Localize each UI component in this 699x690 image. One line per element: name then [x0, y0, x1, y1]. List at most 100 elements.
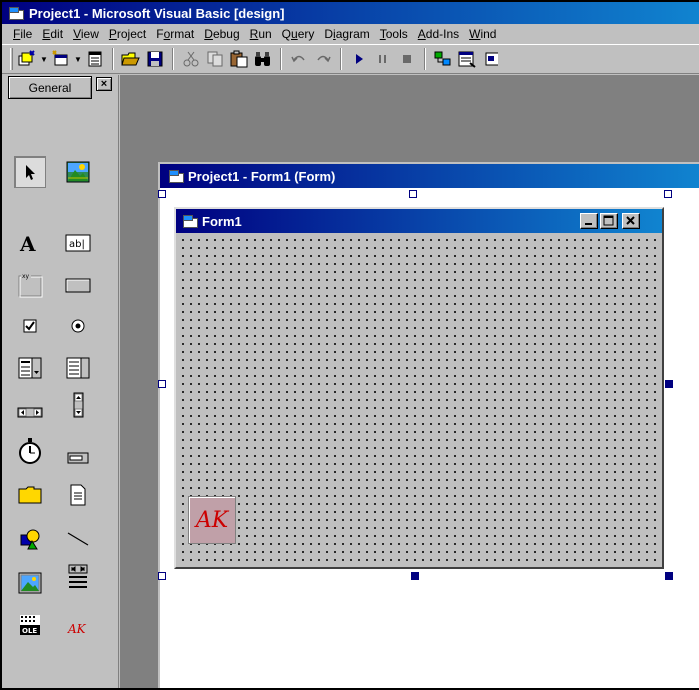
resize-handle-top-left[interactable]: [158, 190, 166, 198]
ak-custom-tool[interactable]: AK: [62, 612, 94, 644]
save-disk-icon[interactable]: [143, 47, 167, 71]
pointer-arrow-icon: [26, 165, 35, 180]
toolbar-separator: [340, 48, 342, 70]
label-tool[interactable]: A: [14, 227, 46, 259]
form1-window[interactable]: Form1: [174, 207, 664, 569]
add-form-dropdown-icon[interactable]: ▼: [73, 47, 83, 71]
listbox-tool[interactable]: [62, 352, 94, 384]
resize-handle-bottom-middle[interactable]: [411, 572, 419, 580]
form1-design-grid[interactable]: [176, 233, 662, 567]
menu-item[interactable]: View: [68, 27, 104, 41]
start-run-icon[interactable]: [347, 47, 371, 71]
ole-tool[interactable]: OLE: [14, 609, 46, 641]
standard-toolbar: ▼ ▼: [2, 44, 699, 74]
form1-icon[interactable]: [182, 214, 198, 228]
ak-control-instance[interactable]: AK: [188, 496, 236, 544]
menu-item[interactable]: Add-Ins: [413, 27, 464, 41]
form-window-icon[interactable]: [168, 169, 184, 183]
commandbutton-tool[interactable]: [62, 269, 94, 301]
resize-handle-top-middle[interactable]: [409, 190, 417, 198]
end-stop-icon[interactable]: [395, 47, 419, 71]
menu-item[interactable]: Tools: [375, 27, 413, 41]
menu-item[interactable]: Wind: [464, 27, 501, 41]
menu-item[interactable]: Format: [151, 27, 199, 41]
maximize-button[interactable]: [600, 213, 618, 229]
copy-icon[interactable]: [203, 47, 227, 71]
checkbox-tool[interactable]: [14, 310, 46, 342]
svg-text:AK: AK: [67, 622, 87, 636]
drive-icon: [67, 452, 89, 464]
svg-text:xy: xy: [22, 273, 30, 280]
redo-icon[interactable]: [311, 47, 335, 71]
add-project-dropdown-icon[interactable]: ▼: [39, 47, 49, 71]
shape-tool[interactable]: [14, 523, 46, 555]
frame-tool[interactable]: xy: [14, 269, 46, 301]
picturebox-tool[interactable]: [62, 156, 94, 188]
shape-icon: [20, 529, 40, 550]
open-folder-icon[interactable]: [119, 47, 143, 71]
data-tool[interactable]: [62, 562, 94, 594]
vscrollbar-tool[interactable]: [62, 389, 94, 421]
form1-title-bar[interactable]: Form1: [176, 209, 662, 233]
hscrollbar-tool[interactable]: [14, 396, 46, 428]
menu-item-accelerator: D: [204, 27, 213, 41]
menu-item-accelerator: P: [108, 27, 117, 41]
svg-text:ab|: ab|: [69, 239, 85, 250]
cut-scissors-icon[interactable]: [179, 47, 203, 71]
menu-item[interactable]: Run: [245, 27, 277, 41]
toolbox-close-button[interactable]: ×: [96, 77, 112, 91]
form1-title: Form1: [202, 213, 242, 229]
minimize-button[interactable]: [580, 213, 598, 229]
menu-item[interactable]: Diagram: [319, 27, 374, 41]
menu-editor-icon[interactable]: [83, 47, 107, 71]
menu-item-accelerator: W: [469, 27, 481, 41]
textbox-tool[interactable]: ab|: [62, 227, 94, 259]
line-icon: [67, 532, 89, 546]
optionbutton-tool[interactable]: [62, 310, 94, 342]
menu-item-text: F: [156, 27, 164, 41]
ak-control-label: AK: [195, 507, 229, 533]
menu-item[interactable]: Query: [277, 27, 320, 41]
menu-item-text: ind: [480, 27, 497, 41]
timer-stopwatch-icon: [19, 438, 41, 464]
menu-item[interactable]: File: [8, 27, 37, 41]
resize-handle-top-right[interactable]: [664, 190, 672, 198]
pointer-tool[interactable]: [14, 156, 46, 188]
main-window-title: Project1 - Microsoft Visual Basic [desig…: [29, 5, 285, 21]
image-tool[interactable]: [14, 567, 46, 599]
filelistbox-tool[interactable]: [62, 479, 94, 511]
menu-item[interactable]: Project: [104, 27, 151, 41]
menu-item[interactable]: Debug: [199, 27, 244, 41]
listbox-icon: [66, 357, 90, 379]
dirlistbox-tool[interactable]: [14, 479, 46, 511]
resize-handle-bottom-right[interactable]: [665, 572, 673, 580]
menu-item[interactable]: Edit: [37, 27, 68, 41]
toolbar-grip[interactable]: [10, 48, 13, 70]
add-project-icon[interactable]: [15, 47, 39, 71]
properties-window-icon[interactable]: [455, 47, 479, 71]
vb-app-icon[interactable]: [8, 6, 24, 20]
resize-handle-bottom-left[interactable]: [158, 572, 166, 580]
find-binoculars-icon[interactable]: [251, 47, 275, 71]
designer-title-bar[interactable]: Project1 - Form1 (Form): [160, 164, 699, 188]
close-button[interactable]: [622, 213, 640, 229]
line-tool[interactable]: [62, 523, 94, 555]
ak-logo-icon: AK: [67, 622, 87, 636]
resize-handle-middle-left[interactable]: [158, 380, 166, 388]
paste-clipboard-icon[interactable]: [227, 47, 251, 71]
break-pause-icon[interactable]: [371, 47, 395, 71]
toolbox-tab-general[interactable]: General: [8, 76, 92, 99]
form-layout-icon[interactable]: [479, 47, 503, 71]
undo-icon[interactable]: [287, 47, 311, 71]
main-title-bar[interactable]: Project1 - Microsoft Visual Basic [desig…: [2, 2, 699, 24]
drivelistbox-tool[interactable]: [62, 442, 94, 474]
vscrollbar-icon: [73, 392, 84, 418]
file-document-icon: [70, 484, 86, 506]
add-form-icon[interactable]: [49, 47, 73, 71]
project-explorer-icon[interactable]: [431, 47, 455, 71]
combobox-tool[interactable]: [14, 352, 46, 384]
menu-item-text: ile: [20, 27, 33, 41]
toolbar-separator: [172, 48, 174, 70]
timer-tool[interactable]: [14, 435, 46, 467]
resize-handle-middle-right[interactable]: [665, 380, 673, 388]
